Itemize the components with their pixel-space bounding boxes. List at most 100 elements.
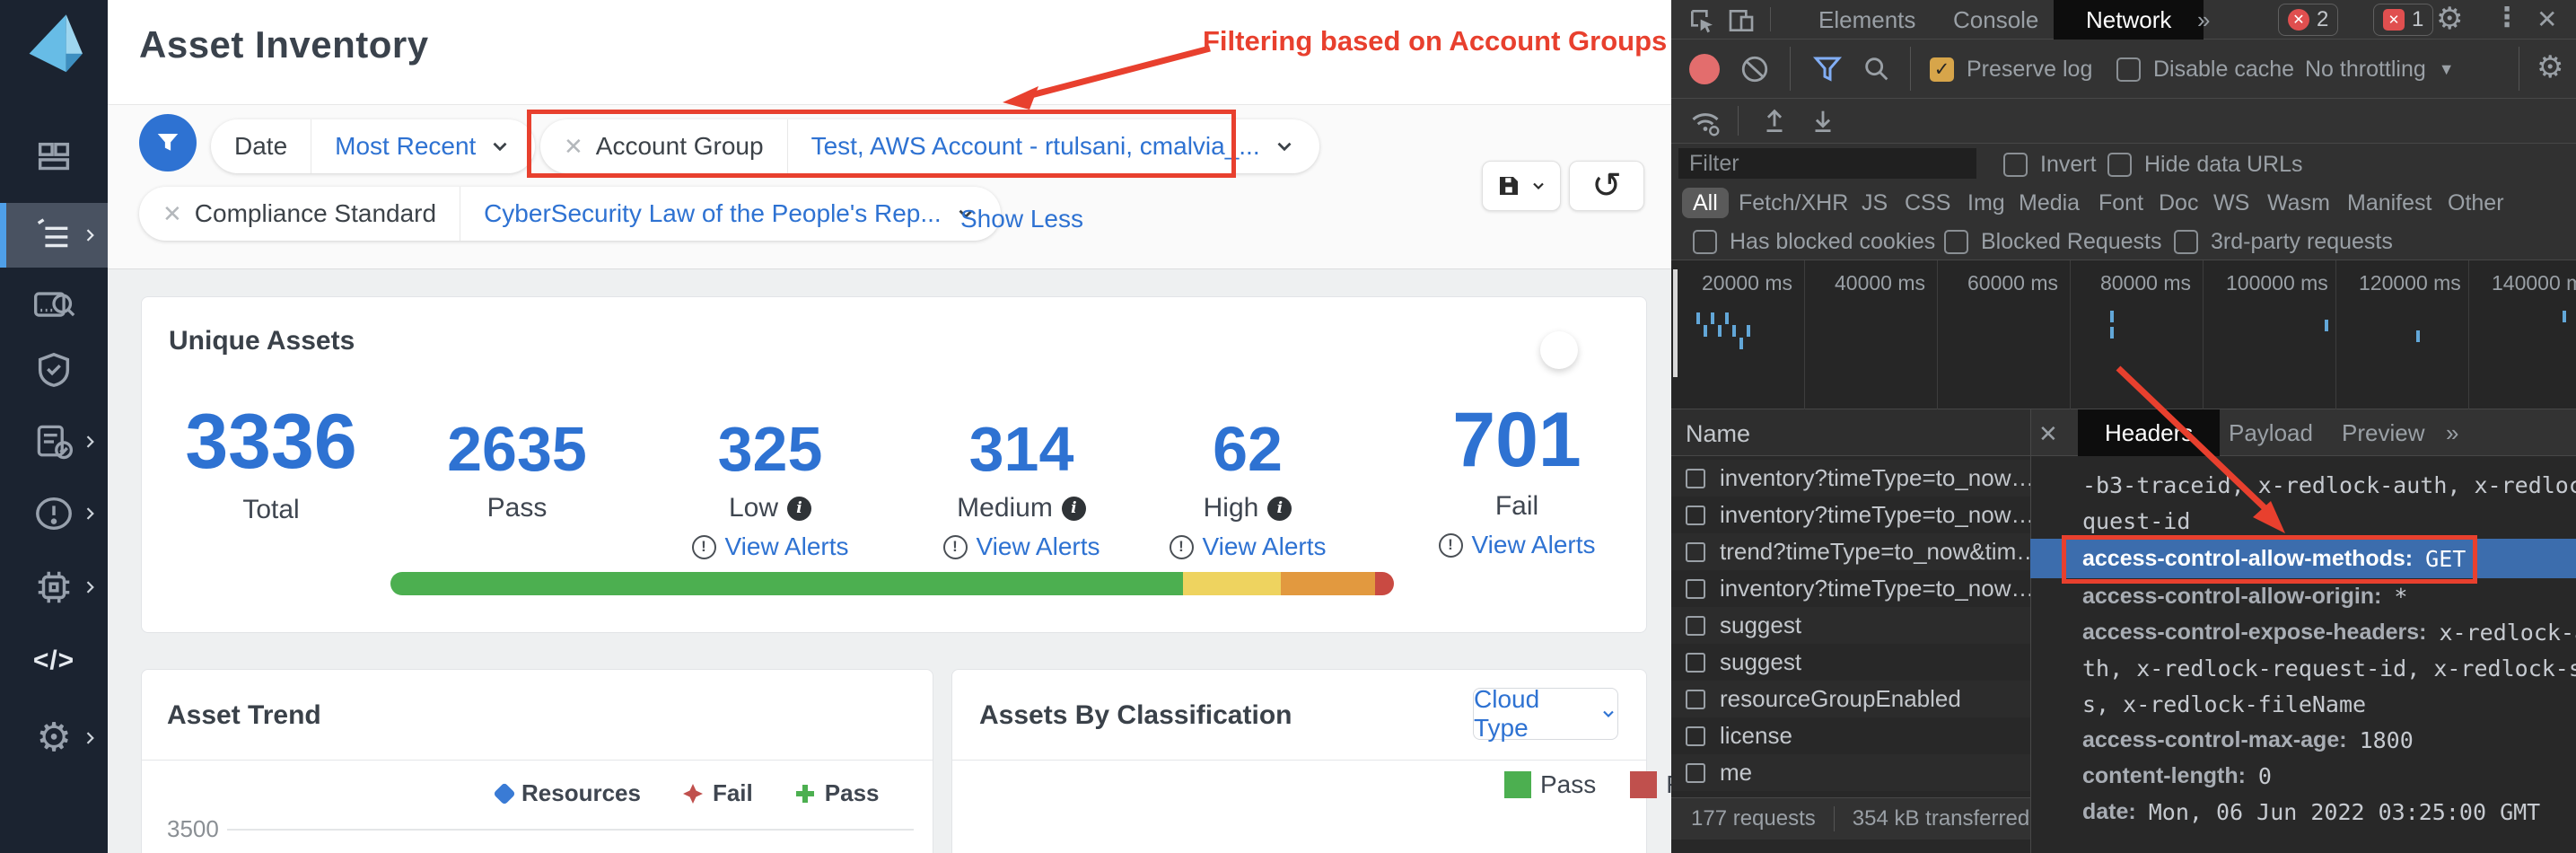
- view-alerts-fail[interactable]: ! View Alerts: [1439, 531, 1596, 559]
- request-row[interactable]: me: [1671, 754, 2030, 791]
- view-alerts-high[interactable]: ! View Alerts: [1170, 532, 1327, 561]
- request-checkbox-icon: [1686, 542, 1705, 562]
- type-filter-manifest[interactable]: Manifest: [2347, 183, 2431, 223]
- type-filter-other[interactable]: Other: [2448, 183, 2504, 223]
- type-filter-doc[interactable]: Doc: [2159, 183, 2198, 223]
- has-blocked-cookies-toggle[interactable]: Has blocked cookies: [1693, 229, 1935, 255]
- name-column-header[interactable]: Name: [1686, 420, 1750, 448]
- tab-console[interactable]: Console: [1941, 0, 2051, 40]
- filter-funnel-icon[interactable]: [1811, 53, 1844, 85]
- network-filter-input[interactable]: [1678, 148, 1976, 179]
- type-filter-all[interactable]: All: [1682, 188, 1729, 218]
- preserve-log-toggle[interactable]: ✓ Preserve log: [1930, 57, 2092, 83]
- request-checkbox-icon: [1686, 506, 1705, 525]
- network-settings-icon[interactable]: ⚙: [2537, 52, 2563, 83]
- timeline-handle[interactable]: [1673, 269, 1678, 377]
- cloud-type-dropdown[interactable]: Cloud Type: [1473, 688, 1618, 740]
- save-filter-button[interactable]: [1482, 161, 1561, 211]
- sidebar-item-policies[interactable]: [0, 338, 108, 402]
- legend-pass[interactable]: Pass: [1504, 770, 1596, 799]
- inspect-icon[interactable]: [1687, 6, 1716, 35]
- disable-cache-toggle[interactable]: Disable cache: [2116, 57, 2294, 83]
- asset-trend-card: Asset Trend Resources Fail Pass 3500: [141, 669, 933, 853]
- more-tabs-icon[interactable]: »: [2185, 0, 2222, 40]
- request-count: 177 requests: [1691, 806, 1816, 831]
- tab-elements[interactable]: Elements: [1806, 0, 1928, 40]
- request-row[interactable]: inventory?timeType=to_now…: [1671, 497, 2030, 533]
- type-filter-wasm[interactable]: Wasm: [2267, 183, 2330, 223]
- type-filter-media[interactable]: Media: [2019, 183, 2080, 223]
- more-detail-tabs-icon[interactable]: »: [2433, 409, 2471, 456]
- reset-filters-button[interactable]: ↺: [1569, 161, 1644, 211]
- close-devtools-icon[interactable]: ✕: [2537, 4, 2557, 34]
- clear-icon[interactable]: [1739, 54, 1770, 84]
- filter-chip-compliance[interactable]: ✕ Compliance Standard CyberSecurity Law …: [139, 187, 1001, 241]
- info-icon[interactable]: i: [1267, 497, 1292, 521]
- view-alerts-medium[interactable]: ! View Alerts: [943, 532, 1100, 561]
- devtools-panel: Elements Console Network » ✕ 2 ✕ 1 ⚙ ⋮ ✕: [1671, 0, 2576, 853]
- sidebar-item-inventory[interactable]: [0, 203, 108, 268]
- import-har-icon[interactable]: [1759, 106, 1790, 136]
- invert-toggle[interactable]: Invert: [2003, 152, 2097, 178]
- show-less-link[interactable]: Show Less: [960, 205, 1083, 233]
- hide-data-urls-toggle[interactable]: Hide data URLs: [2107, 152, 2302, 178]
- type-filter-css[interactable]: CSS: [1905, 183, 1950, 223]
- request-row[interactable]: suggest: [1671, 644, 2030, 681]
- request-row[interactable]: suggest: [1671, 607, 2030, 644]
- type-filter-img[interactable]: Img: [1967, 183, 2005, 223]
- date-filter-value[interactable]: Most Recent: [335, 132, 476, 161]
- throttling-dropdown[interactable]: No throttling ▼: [2305, 57, 2455, 83]
- sidebar-item-dashboard[interactable]: [0, 126, 108, 190]
- filter-button[interactable]: [139, 114, 197, 171]
- third-party-requests-toggle[interactable]: 3rd-party requests: [2174, 229, 2393, 255]
- pass-marker-icon: [794, 783, 816, 805]
- sidebar-item-alerts[interactable]: [0, 481, 108, 546]
- legend-fail[interactable]: Fail: [682, 779, 753, 807]
- request-row[interactable]: trend?timeType=to_now&tim…: [1671, 533, 2030, 570]
- record-icon[interactable]: [1689, 54, 1720, 84]
- error-icon: ✕: [2288, 9, 2309, 31]
- annotation-arrow-devtools: [2102, 357, 2309, 546]
- issues-badge[interactable]: ✕ 1: [2373, 4, 2433, 36]
- request-row[interactable]: inventory?timeType=to_now…: [1671, 460, 2030, 497]
- sidebar-item-compute[interactable]: [0, 555, 108, 620]
- close-detail-icon[interactable]: ✕: [2038, 420, 2058, 448]
- info-icon[interactable]: i: [787, 497, 811, 521]
- sidebar-item-settings[interactable]: ⚙: [0, 706, 108, 770]
- type-filter-ws[interactable]: WS: [2213, 183, 2249, 223]
- kebab-menu-icon[interactable]: ⋮: [2493, 2, 2520, 33]
- view-alerts-low[interactable]: ! View Alerts: [692, 532, 849, 561]
- compliance-filter-value[interactable]: CyberSecurity Law of the People's Rep...: [484, 199, 942, 228]
- request-row[interactable]: license: [1671, 717, 2030, 754]
- sidebar-item-compliance[interactable]: [0, 409, 108, 474]
- dropdown-caret-icon: ▼: [2439, 60, 2455, 79]
- sidebar: </> ⚙: [0, 0, 108, 853]
- help-bubble[interactable]: [1540, 331, 1578, 369]
- sidebar-item-investigate[interactable]: [0, 273, 108, 338]
- tab-preview[interactable]: Preview: [2329, 409, 2437, 456]
- blocked-requests-toggle[interactable]: Blocked Requests: [1944, 229, 2162, 255]
- info-icon[interactable]: i: [1062, 497, 1086, 521]
- remove-filter-icon[interactable]: ✕: [162, 200, 182, 228]
- network-conditions-icon[interactable]: [1689, 106, 1722, 138]
- export-har-icon[interactable]: [1808, 106, 1838, 136]
- search-icon[interactable]: [1862, 54, 1892, 84]
- device-toolbar-icon[interactable]: [1727, 6, 1756, 35]
- filter-chip-date[interactable]: Date Most Recent: [211, 119, 535, 173]
- funnel-icon: [154, 129, 181, 156]
- tab-network[interactable]: Network: [2054, 0, 2204, 40]
- legend-pass[interactable]: Pass: [794, 779, 880, 807]
- request-type-filters: All Fetch/XHR JS CSS Img Media Font Doc …: [1671, 183, 2576, 223]
- chevron-right-icon: [81, 505, 99, 523]
- sidebar-item-code[interactable]: </>: [0, 629, 108, 693]
- error-badge[interactable]: ✕ 2: [2278, 4, 2338, 36]
- type-filter-js[interactable]: JS: [1862, 183, 1888, 223]
- type-filter-font[interactable]: Font: [2098, 183, 2143, 223]
- classification-title: Assets By Classification: [979, 700, 1292, 731]
- devtools-settings-icon[interactable]: ⚙: [2436, 4, 2463, 34]
- type-filter-fetch-xhr[interactable]: Fetch/XHR: [1739, 183, 1848, 223]
- request-row[interactable]: resourceGroupEnabled: [1671, 681, 2030, 717]
- request-row[interactable]: inventory?timeType=to_now…: [1671, 570, 2030, 607]
- legend-resources[interactable]: Resources: [496, 779, 641, 807]
- fail-swatch-icon: [1630, 771, 1657, 798]
